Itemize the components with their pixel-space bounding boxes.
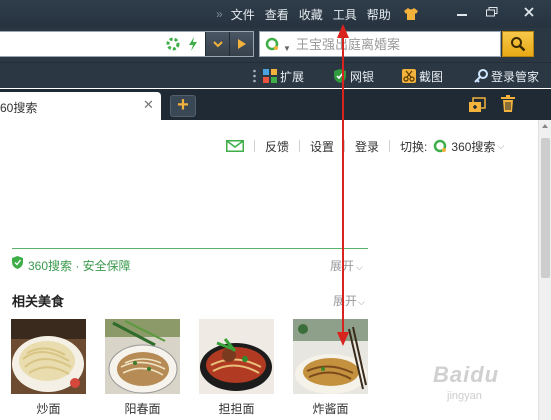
- chevron-down-icon[interactable]: ⌵: [497, 141, 504, 152]
- play-arrow-icon: [237, 39, 246, 49]
- food-card[interactable]: 担担面: [199, 319, 274, 417]
- search-box[interactable]: ▼: [259, 31, 501, 57]
- menu-favorites[interactable]: 收藏: [299, 6, 323, 23]
- lightning-icon[interactable]: [188, 37, 198, 51]
- chevron-down-icon: ⌵: [356, 262, 363, 272]
- tab-bar: 60搜索 ✕ +: [0, 89, 551, 120]
- search-icon: [511, 37, 526, 52]
- food-image-chow-mein[interactable]: [11, 319, 86, 394]
- expand-label: 展开: [333, 294, 358, 308]
- minimize-icon: [457, 14, 467, 16]
- menu-help[interactable]: 帮助: [367, 6, 391, 23]
- food-caption[interactable]: 炸酱面: [293, 400, 368, 417]
- extensions-label: 扩展: [280, 69, 305, 84]
- trash-icon[interactable]: [500, 95, 516, 113]
- skin-shirt-icon[interactable]: [403, 7, 419, 21]
- shield-icon: [12, 256, 23, 269]
- food-caption[interactable]: 担担面: [199, 400, 274, 417]
- key-icon: [474, 69, 488, 83]
- search-engine-logo-icon[interactable]: [265, 37, 279, 51]
- new-tab-button[interactable]: +: [170, 95, 196, 117]
- mail-icon[interactable]: [226, 140, 244, 152]
- food-card[interactable]: 炸酱面: [293, 319, 368, 417]
- baidu-watermark: Baidu jingyan: [423, 358, 543, 408]
- shield-icon: [334, 69, 346, 83]
- menu-bar: » 文件 查看 收藏 工具 帮助: [216, 0, 419, 28]
- menu-view[interactable]: 查看: [265, 6, 289, 23]
- food-caption[interactable]: 炒面: [11, 400, 86, 417]
- divider: [254, 140, 255, 152]
- scroll-thumb[interactable]: [541, 138, 550, 278]
- search-button[interactable]: [502, 31, 534, 57]
- food-image-dandan-noodles[interactable]: [199, 319, 274, 394]
- tab-title: 60搜索: [0, 101, 38, 115]
- login-link[interactable]: 登录: [355, 138, 379, 155]
- close-window-button[interactable]: [514, 0, 544, 24]
- food-expand-link[interactable]: 展开⌵: [333, 292, 365, 309]
- divider: [344, 140, 346, 152]
- menu-tools[interactable]: 工具: [333, 6, 357, 23]
- tab-close-icon[interactable]: ✕: [143, 97, 154, 113]
- watermark-sub: jingyan: [447, 390, 482, 402]
- login-manager-button[interactable]: 登录管家: [474, 66, 539, 86]
- extensions-icon: [263, 69, 277, 83]
- address-bar-row: ▼: [0, 28, 551, 62]
- login-manager-label: 登录管家: [491, 69, 540, 84]
- switch-label: 切换:: [400, 139, 428, 154]
- settings-link[interactable]: 设置: [310, 138, 334, 155]
- title-bar: » 文件 查看 收藏 工具 帮助: [0, 0, 551, 28]
- food-card[interactable]: 阳春面: [105, 319, 180, 417]
- divider: [389, 140, 391, 152]
- expand-label: 展开: [330, 259, 355, 273]
- watermark-brand: Baidu: [433, 362, 500, 387]
- search-input[interactable]: [296, 34, 496, 54]
- chevron-down-icon: ⌵: [358, 297, 365, 307]
- related-food-heading: 相关美食: [12, 294, 65, 309]
- food-caption[interactable]: 阳春面: [105, 400, 180, 417]
- food-card[interactable]: 炒面: [11, 319, 86, 417]
- search-engine-logo-icon: [434, 139, 447, 153]
- menu-file[interactable]: 文件: [231, 6, 255, 23]
- chevron-down-icon: [212, 40, 223, 47]
- speed-ring-icon[interactable]: [166, 37, 180, 51]
- go-button[interactable]: [229, 32, 253, 56]
- scroll-up-arrow-icon[interactable]: [542, 124, 548, 128]
- extension-toolbar: 扩展 网银 截图 登录管家: [0, 62, 551, 88]
- page-top-nav: 反馈 设置 登录 切换: 360搜索 ⌵: [226, 138, 504, 154]
- extensions-button[interactable]: 扩展: [263, 66, 304, 86]
- feedback-link[interactable]: 反馈: [265, 138, 289, 155]
- online-banking-button[interactable]: 网银: [333, 66, 374, 86]
- scissors-icon: [402, 69, 416, 83]
- safety-text[interactable]: 360搜索 · 安全保障: [28, 257, 131, 274]
- engine-dropdown-icon[interactable]: ▼: [283, 44, 291, 53]
- close-icon: [524, 7, 534, 17]
- tab-360-search[interactable]: 60搜索 ✕: [0, 92, 161, 120]
- screenshot-label: 截图: [419, 69, 444, 84]
- food-image-zhajiang-noodles[interactable]: [293, 319, 368, 394]
- menu-overflow-icon[interactable]: »: [216, 7, 223, 21]
- restore-button[interactable]: [477, 0, 507, 24]
- screenshot-button[interactable]: 截图: [402, 66, 443, 86]
- url-dropdown-button[interactable]: [205, 32, 229, 56]
- browser-window: » 文件 查看 收藏 工具 帮助 ▼ 王宝强出庭离婚案 扩展 网银 截图 登录管…: [0, 0, 551, 420]
- online-banking-label: 网银: [350, 69, 375, 84]
- restore-closed-tab-icon[interactable]: [468, 97, 486, 113]
- engine-switch-link[interactable]: 360搜索: [451, 138, 495, 155]
- safety-expand-link[interactable]: 展开 ⌵: [330, 257, 363, 274]
- restore-icon: [486, 7, 498, 17]
- safety-banner: 360搜索 · 安全保障 展开 ⌵: [12, 248, 368, 274]
- food-image-yangchun-noodles[interactable]: [105, 319, 180, 394]
- divider: [299, 140, 301, 152]
- url-field[interactable]: [0, 31, 254, 57]
- toolbar-grip-icon: [253, 69, 256, 83]
- minimize-button[interactable]: [447, 0, 477, 24]
